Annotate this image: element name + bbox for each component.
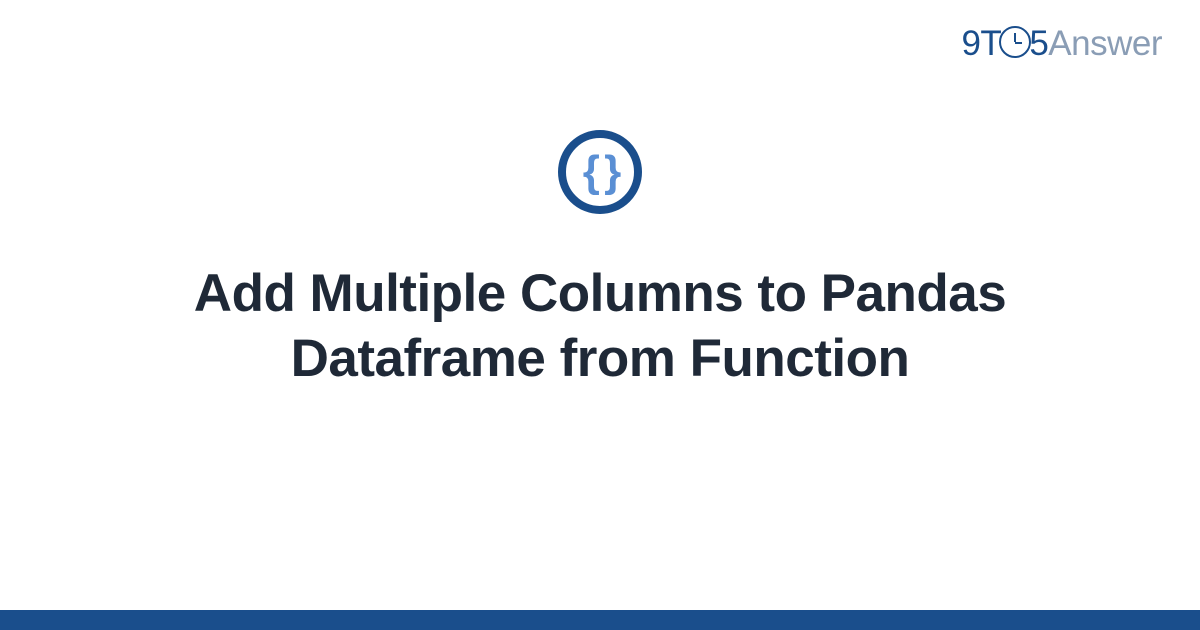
logo-text-5: 5 bbox=[1029, 24, 1048, 63]
logo-text-answer: Answer bbox=[1048, 24, 1162, 63]
main-content: { } Add Multiple Columns to Pandas Dataf… bbox=[0, 130, 1200, 391]
clock-icon bbox=[999, 26, 1031, 58]
logo-text-9t: 9T bbox=[961, 24, 1001, 63]
braces-glyph: { } bbox=[583, 150, 617, 194]
site-logo: 9T 5Answer bbox=[961, 24, 1162, 64]
code-braces-icon: { } bbox=[558, 130, 642, 214]
bottom-accent-bar bbox=[0, 610, 1200, 630]
page-title: Add Multiple Columns to Pandas Dataframe… bbox=[100, 262, 1100, 391]
